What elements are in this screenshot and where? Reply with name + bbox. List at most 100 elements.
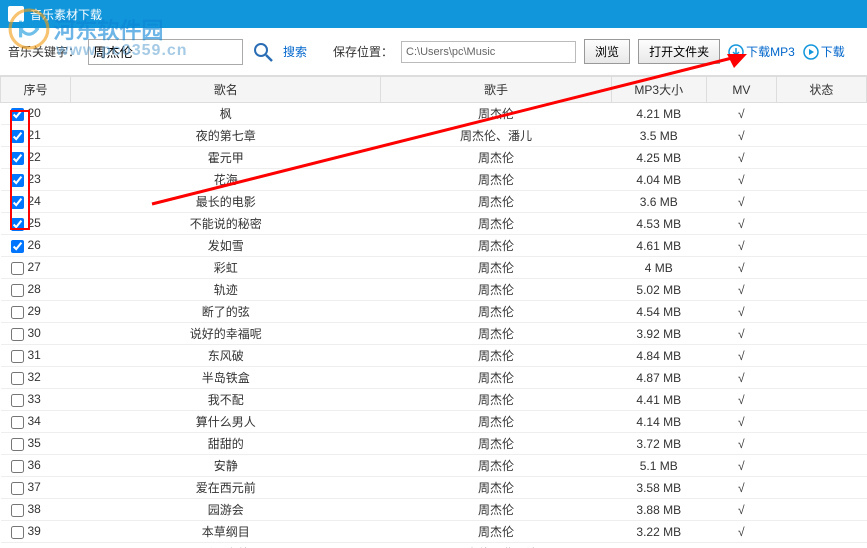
row-mv: √ bbox=[706, 323, 776, 345]
row-checkbox[interactable] bbox=[11, 328, 24, 341]
row-song: 说好的幸福呢 bbox=[71, 323, 381, 345]
row-checkbox[interactable] bbox=[11, 130, 24, 143]
table-row[interactable]: 33我不配周杰伦4.41 MB√ bbox=[1, 389, 867, 411]
row-mv: √ bbox=[706, 257, 776, 279]
row-size: 4.14 MB bbox=[611, 411, 706, 433]
row-checkbox[interactable] bbox=[11, 372, 24, 385]
table-row[interactable]: 39本草纲目周杰伦3.22 MB√ bbox=[1, 521, 867, 543]
row-size: 3.6 MB bbox=[611, 191, 706, 213]
row-status bbox=[776, 455, 866, 477]
save-location-label: 保存位置： bbox=[333, 43, 393, 60]
search-link[interactable]: 搜索 bbox=[283, 43, 307, 60]
table-row[interactable]: 24最长的电影周杰伦3.6 MB√ bbox=[1, 191, 867, 213]
row-checkbox[interactable] bbox=[11, 438, 24, 451]
save-path-input[interactable] bbox=[401, 41, 576, 63]
table-row[interactable]: 23花海周杰伦4.04 MB√ bbox=[1, 169, 867, 191]
row-mv: √ bbox=[706, 411, 776, 433]
table-row[interactable]: 22霍元甲周杰伦4.25 MB√ bbox=[1, 147, 867, 169]
row-song: 枫 bbox=[71, 103, 381, 125]
row-checkbox[interactable] bbox=[11, 394, 24, 407]
row-checkbox[interactable] bbox=[11, 416, 24, 429]
row-checkbox[interactable] bbox=[11, 460, 24, 473]
row-singer: 周杰伦 bbox=[381, 367, 611, 389]
col-status-header[interactable]: 状态 bbox=[776, 77, 866, 103]
table-row[interactable]: 32半岛铁盒周杰伦4.87 MB√ bbox=[1, 367, 867, 389]
row-size: 3.92 MB bbox=[611, 323, 706, 345]
row-checkbox[interactable] bbox=[11, 284, 24, 297]
row-seq: 21 bbox=[28, 128, 41, 142]
keyword-input[interactable] bbox=[88, 39, 243, 65]
row-checkbox[interactable] bbox=[11, 152, 24, 165]
row-checkbox[interactable] bbox=[11, 526, 24, 539]
table-row[interactable]: 25不能说的秘密周杰伦4.53 MB√ bbox=[1, 213, 867, 235]
table-row[interactable]: 26发如雪周杰伦4.61 MB√ bbox=[1, 235, 867, 257]
row-checkbox[interactable] bbox=[11, 504, 24, 517]
row-seq: 34 bbox=[28, 414, 41, 428]
col-seq-header[interactable]: 序号 bbox=[1, 77, 71, 103]
row-checkbox[interactable] bbox=[11, 218, 24, 231]
row-singer: 周杰伦、潘儿 bbox=[381, 125, 611, 147]
download-mp3-link[interactable]: 下载MP3 bbox=[728, 43, 795, 60]
table-row[interactable]: 35甜甜的周杰伦3.72 MB√ bbox=[1, 433, 867, 455]
col-size-header[interactable]: MP3大小 bbox=[611, 77, 706, 103]
row-status bbox=[776, 367, 866, 389]
search-icon[interactable] bbox=[251, 40, 275, 64]
col-song-header[interactable]: 歌名 bbox=[71, 77, 381, 103]
table-row[interactable]: 34算什么男人周杰伦4.14 MB√ bbox=[1, 411, 867, 433]
row-checkbox[interactable] bbox=[11, 306, 24, 319]
row-singer: 周杰伦 bbox=[381, 433, 611, 455]
row-singer: 周杰伦 bbox=[381, 103, 611, 125]
col-singer-header[interactable]: 歌手 bbox=[381, 77, 611, 103]
row-size: 3.88 MB bbox=[611, 499, 706, 521]
row-singer: 周杰伦 bbox=[381, 235, 611, 257]
row-size: 5.02 MB bbox=[611, 279, 706, 301]
col-mv-header[interactable]: MV bbox=[706, 77, 776, 103]
row-checkbox[interactable] bbox=[11, 482, 24, 495]
row-singer: 周杰伦 bbox=[381, 455, 611, 477]
results-table-wrap: 序号 歌名 歌手 MP3大小 MV 状态 20枫周杰伦4.21 MB√21夜的第… bbox=[0, 76, 867, 548]
row-size: 4.41 MB bbox=[611, 389, 706, 411]
table-row[interactable]: 20枫周杰伦4.21 MB√ bbox=[1, 103, 867, 125]
table-row[interactable]: 37爱在西元前周杰伦3.58 MB√ bbox=[1, 477, 867, 499]
row-checkbox[interactable] bbox=[11, 240, 24, 253]
row-singer: 周杰伦 bbox=[381, 191, 611, 213]
table-row[interactable]: 28轨迹周杰伦5.02 MB√ bbox=[1, 279, 867, 301]
table-row[interactable]: 36安静周杰伦5.1 MB√ bbox=[1, 455, 867, 477]
row-seq: 31 bbox=[28, 348, 41, 362]
row-status bbox=[776, 323, 866, 345]
row-status bbox=[776, 301, 866, 323]
row-size: 4.53 MB bbox=[611, 213, 706, 235]
row-song: 彩虹 bbox=[71, 257, 381, 279]
row-status bbox=[776, 389, 866, 411]
browse-button[interactable]: 浏览 bbox=[584, 39, 630, 64]
download-other-link[interactable]: 下载 bbox=[803, 43, 845, 60]
row-status bbox=[776, 477, 866, 499]
table-row[interactable]: 29断了的弦周杰伦4.54 MB√ bbox=[1, 301, 867, 323]
row-checkbox[interactable] bbox=[11, 350, 24, 363]
table-row[interactable]: 40千里之外周杰伦、费玉清3.91 MB√ bbox=[1, 543, 867, 548]
row-mv: √ bbox=[706, 103, 776, 125]
row-checkbox[interactable] bbox=[11, 196, 24, 209]
row-seq: 27 bbox=[28, 260, 41, 274]
row-size: 4 MB bbox=[611, 257, 706, 279]
table-row[interactable]: 38园游会周杰伦3.88 MB√ bbox=[1, 499, 867, 521]
row-checkbox[interactable] bbox=[11, 174, 24, 187]
row-singer: 周杰伦 bbox=[381, 389, 611, 411]
download-other-label: 下载 bbox=[821, 43, 845, 60]
table-row[interactable]: 27彩虹周杰伦4 MB√ bbox=[1, 257, 867, 279]
results-table: 序号 歌名 歌手 MP3大小 MV 状态 20枫周杰伦4.21 MB√21夜的第… bbox=[0, 76, 867, 548]
open-folder-button[interactable]: 打开文件夹 bbox=[638, 39, 720, 64]
row-checkbox[interactable] bbox=[11, 262, 24, 275]
table-row[interactable]: 30说好的幸福呢周杰伦3.92 MB√ bbox=[1, 323, 867, 345]
row-singer: 周杰伦、费玉清 bbox=[381, 543, 611, 548]
row-singer: 周杰伦 bbox=[381, 477, 611, 499]
row-song: 爱在西元前 bbox=[71, 477, 381, 499]
table-row[interactable]: 31东风破周杰伦4.84 MB√ bbox=[1, 345, 867, 367]
row-mv: √ bbox=[706, 543, 776, 548]
row-status bbox=[776, 345, 866, 367]
row-mv: √ bbox=[706, 213, 776, 235]
table-row[interactable]: 21夜的第七章周杰伦、潘儿3.5 MB√ bbox=[1, 125, 867, 147]
row-size: 4.21 MB bbox=[611, 103, 706, 125]
row-checkbox[interactable] bbox=[11, 108, 24, 121]
row-size: 3.91 MB bbox=[611, 543, 706, 548]
